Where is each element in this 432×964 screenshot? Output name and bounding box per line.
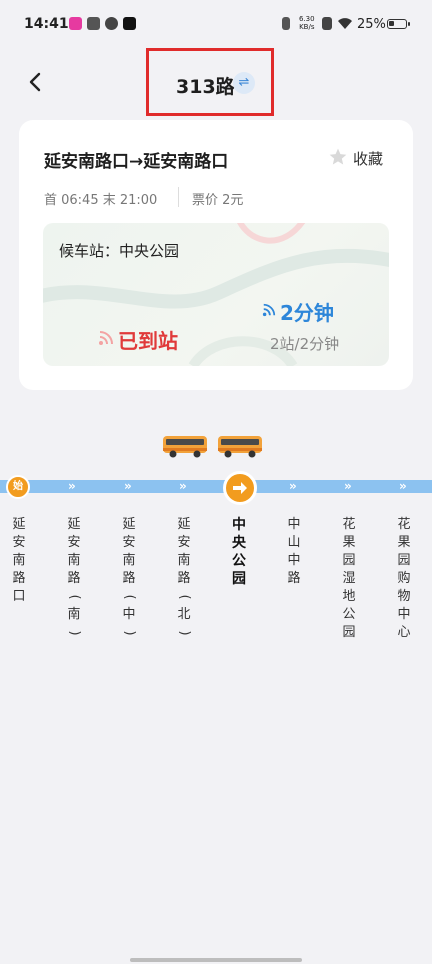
waiting-stop: 候车站：中央公园 (59, 242, 180, 260)
signal-icon (99, 331, 113, 345)
notification-app-icon (69, 17, 82, 30)
current-stop-marker (223, 471, 257, 505)
direction-chevron-icon: » (124, 479, 132, 493)
direction-chevron-icon: » (289, 479, 297, 493)
stop-name[interactable]: 延安南路(中) (121, 516, 137, 642)
next-bus-eta: 2分钟 (280, 301, 334, 325)
next-bus-detail: 2站/2分钟 (270, 335, 340, 353)
notification-calendar-icon (87, 17, 100, 30)
stop-name[interactable]: 花果园湿地公园 (341, 516, 357, 642)
direction-chevron-icon: » (68, 479, 76, 493)
start-stop-badge: 始 (6, 475, 30, 499)
battery-icon (387, 19, 410, 29)
favorite-button[interactable]: 收藏 (328, 147, 383, 169)
arrow-right-icon (233, 482, 247, 494)
stop-name[interactable]: 花果园购物中心 (396, 516, 412, 642)
status-bar: 14:41 6.30 KB/s 25% (0, 0, 432, 50)
bus-icon (163, 436, 207, 458)
stop-name[interactable]: 延安南路口 (11, 516, 27, 606)
net-speed-unit: KB/s (299, 23, 315, 31)
vibrate-icon (282, 17, 290, 30)
back-arrow-icon[interactable] (24, 70, 48, 94)
sim-disabled-icon (322, 17, 332, 30)
direction-chevron-icon: » (344, 479, 352, 493)
route-title: 313路 (176, 76, 235, 98)
stop-name[interactable]: 延安南路(南) (66, 516, 82, 642)
wifi-icon (338, 18, 352, 29)
star-icon (329, 148, 347, 165)
fare: 票价 2元 (192, 193, 244, 208)
net-speed-value: 6.30 (299, 15, 315, 23)
notification-tiktok-icon (123, 17, 136, 30)
favorite-label: 收藏 (353, 150, 384, 168)
signal-icon (262, 303, 276, 317)
stop-name-current[interactable]: 中央公园 (231, 516, 247, 588)
swap-direction-icon[interactable]: ⇌ (233, 72, 255, 94)
route-direction: 延安南路口→延安南路口 (44, 152, 229, 172)
bus-arrived-status: 已到站 (118, 329, 178, 353)
direction-chevron-icon: » (179, 479, 187, 493)
bus-icon (218, 436, 262, 458)
stop-name[interactable]: 中山中路 (286, 516, 302, 588)
service-hours: 首 06:45 末 21:00 (44, 193, 158, 208)
home-indicator[interactable] (130, 958, 302, 962)
stop-name[interactable]: 延安南路(北) (176, 516, 192, 642)
divider (178, 187, 179, 207)
net-speed: 6.30 KB/s (299, 15, 315, 31)
direction-chevron-icon: » (399, 479, 407, 493)
route-line (0, 480, 432, 493)
battery-percent: 25% (357, 17, 386, 32)
status-time: 14:41 (24, 16, 69, 32)
notification-link-icon (105, 17, 118, 30)
